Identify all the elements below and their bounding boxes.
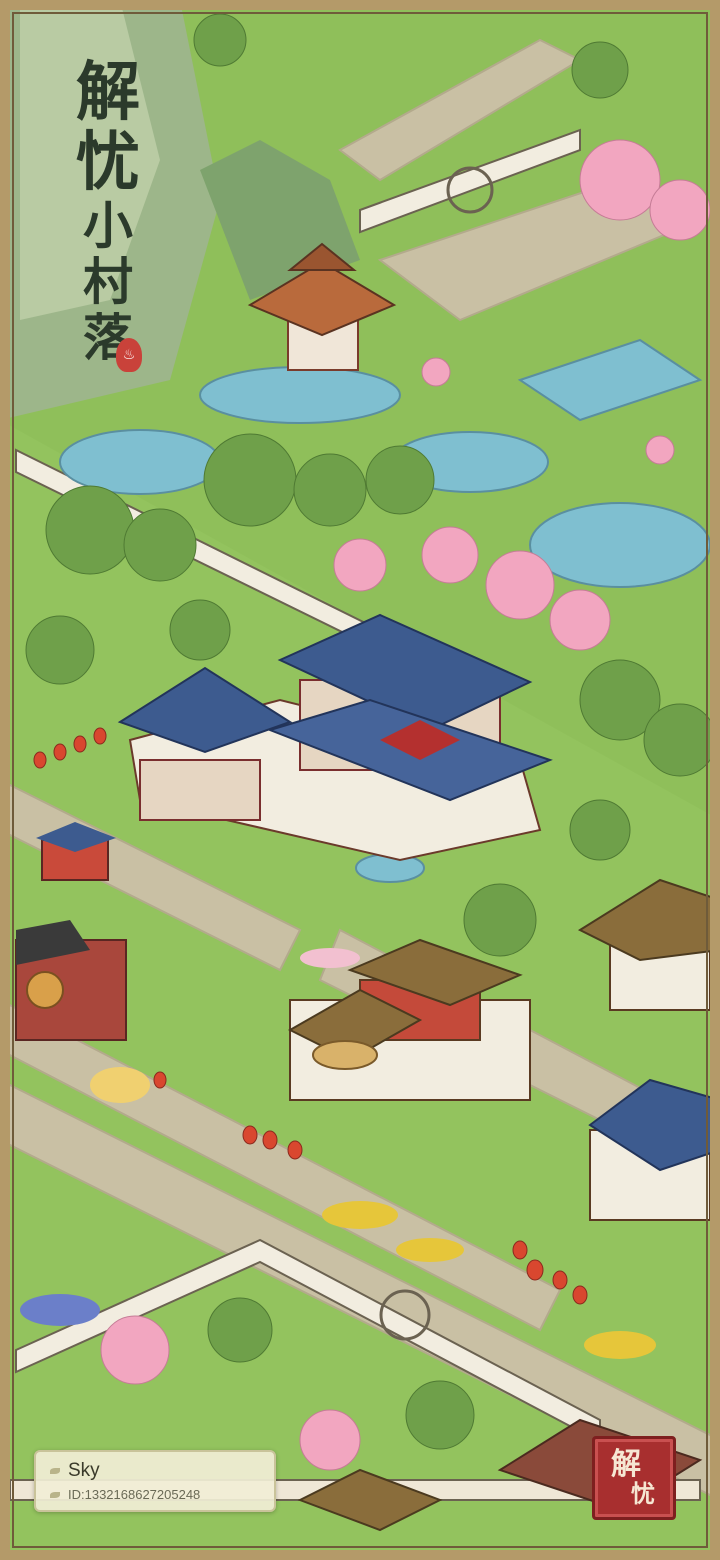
seal-char-2: 忧 [631,1479,655,1508]
title-char-4: 村 [83,252,133,311]
leaf-icon [50,1492,60,1498]
seal-char-1: 解 [611,1447,641,1482]
player-name: Sky [68,1460,100,1481]
title-seal-icon: ♨ [116,338,142,372]
seal-button[interactable]: 解 忧 [592,1436,676,1520]
player-info-card[interactable]: Sky ID:1332168627205248 [34,1450,276,1512]
title-char-1: 解 [76,55,140,130]
leaf-icon [50,1468,60,1474]
title-char-2: 忧 [76,125,140,200]
player-id: ID:1332168627205248 [68,1487,201,1502]
game-title-logo: 解 忧 小 村 落 [48,58,168,366]
title-char-3: 小 [83,196,133,255]
